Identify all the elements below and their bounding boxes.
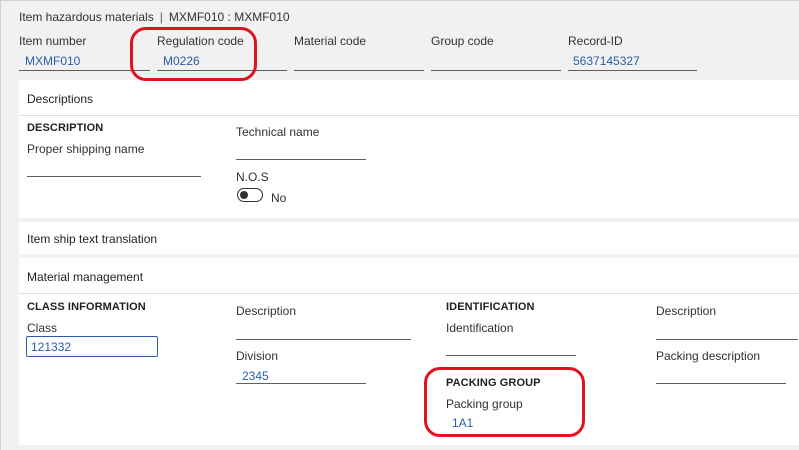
breadcrumb: Item hazardous materials | MXMF010 : MXMF0… [19, 10, 290, 24]
description-label: Description [236, 304, 297, 318]
descriptions-title[interactable]: Descriptions [27, 92, 93, 106]
ship-text-card: Item ship text translation [19, 222, 799, 254]
record-id-value[interactable]: 5637145327 [573, 54, 640, 68]
nos-toggle-knob [240, 191, 248, 199]
description2-input[interactable] [656, 339, 798, 340]
item-number-label: Item number [19, 34, 87, 48]
material-management-card: Material management CLASS INFORMATION Cl… [19, 258, 799, 445]
class-input[interactable]: 121332 [26, 336, 158, 357]
packing-description-label: Packing description [656, 349, 761, 363]
group-code-underline [431, 70, 561, 71]
proper-shipping-name-input[interactable] [27, 176, 201, 177]
group-code-label: Group code [431, 34, 494, 48]
class-label: Class [27, 321, 58, 335]
material-management-divider [19, 293, 799, 294]
breadcrumb-form-name: Item hazardous materials [19, 10, 154, 24]
item-number-value[interactable]: MXMF010 [25, 54, 80, 68]
record-id-label: Record-ID [568, 34, 623, 48]
breadcrumb-record: MXMF010 : MXMF010 [168, 10, 290, 24]
material-management-title[interactable]: Material management [27, 270, 143, 284]
description-section-heading: DESCRIPTION [27, 122, 104, 134]
record-id-underline [568, 70, 697, 71]
breadcrumb-separator: | [159, 10, 163, 24]
regulation-code-highlight [130, 27, 257, 81]
record-id-field: Record-ID [568, 34, 623, 48]
identification-input[interactable] [446, 355, 576, 356]
technical-name-label: Technical name [236, 125, 320, 139]
packing-group-highlight [424, 367, 585, 437]
descriptions-divider [19, 115, 799, 116]
material-code-label: Material code [294, 34, 367, 48]
division-label: Division [236, 349, 279, 363]
class-information-heading: CLASS INFORMATION [27, 301, 146, 313]
division-underline [236, 383, 366, 384]
description2-label: Description [656, 304, 717, 318]
ship-text-title[interactable]: Item ship text translation [27, 232, 157, 246]
proper-shipping-name-label: Proper shipping name [27, 142, 145, 156]
nos-toggle-text: No [271, 191, 287, 205]
material-code-underline [294, 70, 424, 71]
group-code-field: Group code [431, 34, 494, 48]
identification-heading: IDENTIFICATION [446, 301, 535, 313]
technical-name-input[interactable] [236, 159, 366, 160]
nos-toggle[interactable] [237, 188, 263, 202]
division-value[interactable]: 2345 [242, 369, 269, 383]
class-value: 121332 [31, 340, 72, 354]
description-input[interactable] [236, 339, 411, 340]
identification-label: Identification [446, 321, 514, 335]
nos-label: N.O.S [236, 170, 269, 184]
material-code-field: Material code [294, 34, 366, 48]
packing-description-input[interactable] [656, 383, 786, 384]
item-number-field: Item number [19, 34, 86, 48]
descriptions-card: Descriptions DESCRIPTION Proper shipping… [19, 80, 799, 218]
